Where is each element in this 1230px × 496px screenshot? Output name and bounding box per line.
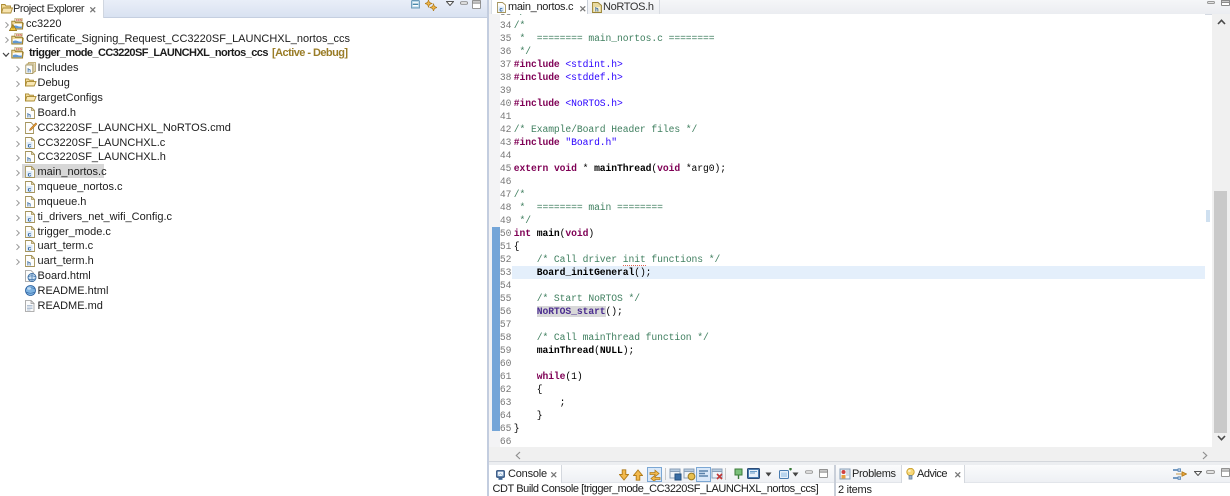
svg-text:h: h: [27, 69, 31, 75]
svg-text:c: c: [28, 142, 32, 149]
svg-text:c: c: [28, 231, 32, 238]
svg-text:h: h: [27, 201, 31, 207]
svg-text:c: c: [28, 216, 32, 223]
svg-text:h: h: [27, 112, 31, 118]
svg-text:c: c: [28, 186, 32, 193]
svg-text:CCS: CCS: [16, 33, 22, 37]
svg-text:c: c: [28, 246, 32, 253]
svg-text:h: h: [27, 261, 31, 267]
svg-text:CCS: CCS: [16, 47, 22, 51]
svg-text:h: h: [27, 157, 31, 163]
svg-text:CCS: CCS: [16, 18, 22, 22]
svg-text:h: h: [595, 8, 599, 13]
svg-text:c: c: [28, 172, 32, 179]
